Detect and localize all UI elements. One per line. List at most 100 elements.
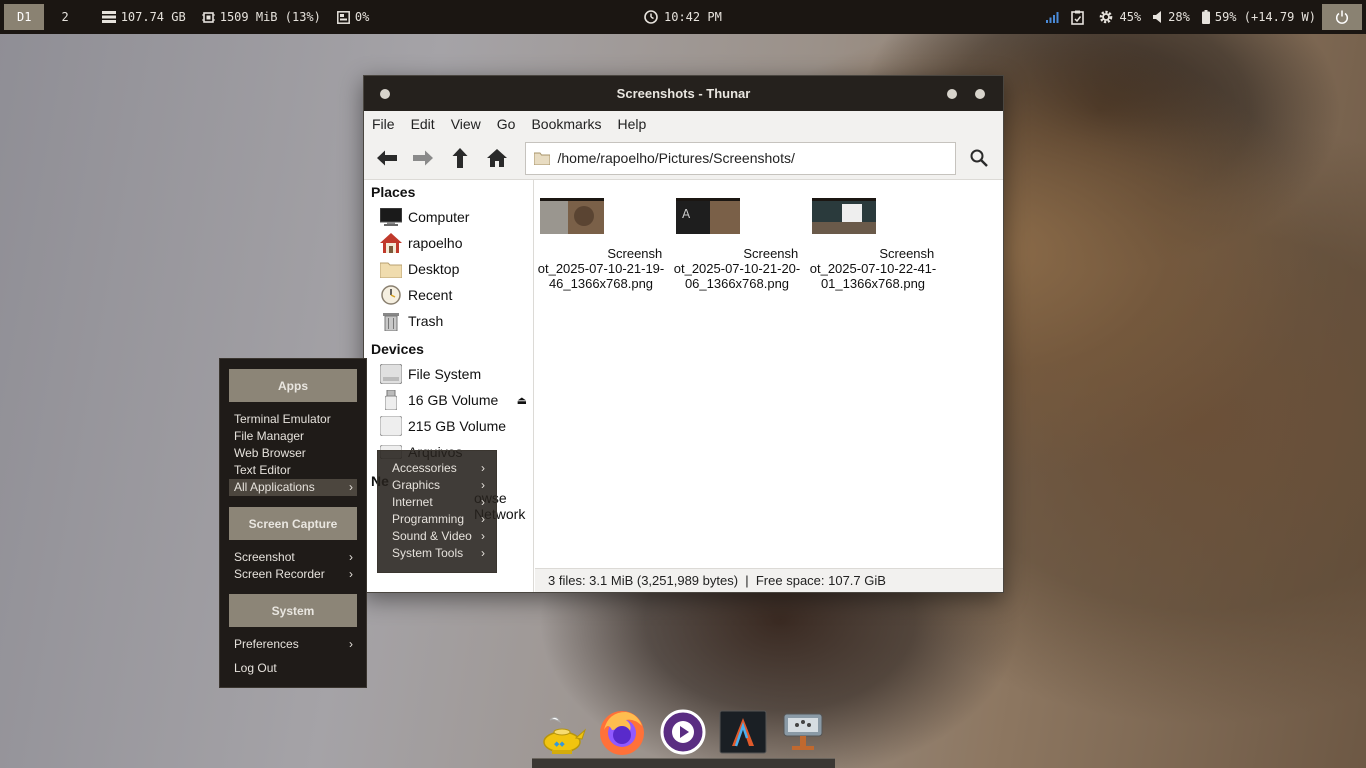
menu-item-label: All Applications	[234, 480, 315, 494]
file-item[interactable]: Screenshot_2025-07-10-22-41-01_1366x768.…	[809, 198, 937, 291]
workspace-2-button[interactable]: 2	[48, 4, 81, 30]
menu-item-label: Text Editor	[234, 463, 291, 477]
submenu-item-label: Sound & Video	[392, 529, 472, 543]
arrow-up-icon	[452, 148, 468, 168]
system-header: System	[229, 594, 357, 627]
disk-icon	[101, 11, 116, 23]
clock[interactable]: 10:42 PM	[644, 0, 722, 34]
location-bar[interactable]: /home/rapoelho/Pictures/Screenshots/	[524, 141, 957, 175]
workspace-1-button[interactable]: D1	[4, 4, 45, 30]
file-item[interactable]: A Screenshot_2025-07-10-21-20-06_1366x76…	[673, 198, 801, 291]
submenu-item-graphics[interactable]: Graphics ›	[387, 477, 489, 494]
wifi-signal-icon[interactable]	[1046, 11, 1059, 23]
window-menu-button[interactable]	[380, 89, 390, 99]
apps-header: Apps	[229, 369, 357, 402]
top-panel: D1 2 107.74 GB 1509 MiB (13%) 0% 10:42 P…	[0, 0, 1366, 34]
cpu-value: 0%	[354, 10, 370, 24]
menu-item-terminal[interactable]: Terminal Emulator	[229, 411, 357, 428]
sidebar-item-recent[interactable]: Recent	[364, 282, 533, 308]
all-applications-submenu: Accessories › Graphics › Internet › Program…	[377, 450, 497, 573]
menu-item-label: Screenshot	[234, 550, 295, 564]
home-button[interactable]	[484, 145, 510, 171]
sidebar-item-16gb-volume[interactable]: 16 GB Volume ⏏	[364, 387, 533, 413]
home-folder-icon	[380, 233, 402, 253]
sidebar-item-computer[interactable]: Computer	[364, 204, 533, 230]
speaker-icon	[1153, 11, 1162, 23]
submenu-item-sound-video[interactable]: Sound & Video ›	[387, 528, 489, 545]
svg-text:A: A	[682, 207, 691, 221]
toolbar: /home/rapoelho/Pictures/Screenshots/	[364, 137, 1003, 180]
harddrive-icon	[380, 364, 402, 384]
arrow-left-icon	[376, 150, 397, 166]
battery-icon	[1201, 10, 1210, 24]
menu-item-preferences[interactable]: Preferences ›	[229, 636, 357, 653]
dock-bar	[532, 758, 835, 768]
drive-icon	[380, 416, 402, 436]
file-name: Screenshot_2025-07-10-21-19-46_1366x768.…	[537, 246, 665, 291]
menu-go[interactable]: Go	[497, 116, 516, 132]
cpu-indicator: 0%	[336, 10, 370, 24]
menu-edit[interactable]: Edit	[411, 116, 435, 132]
clipboard-icon[interactable]	[1071, 10, 1085, 25]
places-heading: Places	[371, 184, 416, 200]
chevron-right-icon: ›	[481, 495, 485, 509]
svg-text:◆◆: ◆◆	[554, 740, 565, 748]
menu-file[interactable]: File	[372, 116, 395, 132]
power-button[interactable]	[1322, 4, 1362, 30]
battery-indicator[interactable]: 59% (+14.79 W)	[1201, 10, 1316, 24]
minimize-button[interactable]	[947, 89, 957, 99]
sidebar-item-label: Recent	[408, 287, 453, 303]
file-view[interactable]: Screenshot_2025-07-10-21-19-46_1366x768.…	[535, 180, 1003, 568]
memory-indicator: 1509 MiB (13%)	[201, 10, 321, 24]
network-icon[interactable]	[780, 708, 828, 756]
chevron-right-icon: ›	[349, 637, 353, 651]
forward-button[interactable]	[411, 145, 437, 171]
back-button[interactable]	[374, 145, 400, 171]
eject-icon[interactable]: ⏏	[517, 394, 527, 407]
menu-item-text-editor[interactable]: Text Editor	[229, 462, 357, 479]
image-thumbnail	[539, 198, 604, 234]
menu-item-label: File Manager	[234, 429, 305, 443]
sidebar-item-label: 16 GB Volume	[408, 392, 499, 408]
disk-indicator: 107.74 GB	[101, 10, 186, 24]
media-player-icon[interactable]	[659, 708, 707, 756]
chevron-right-icon: ›	[349, 567, 353, 581]
volume-value: 28%	[1168, 10, 1190, 24]
menu-item-label: Preferences	[234, 637, 299, 651]
parent-folder-button[interactable]	[447, 145, 473, 171]
submenu-item-system-tools[interactable]: System Tools ›	[387, 545, 489, 562]
sidebar-item-trash[interactable]: Trash	[364, 308, 533, 334]
volume-indicator[interactable]: 28%	[1153, 10, 1190, 24]
terminal-icon[interactable]	[719, 708, 767, 756]
submenu-item-programming[interactable]: Programming ›	[387, 511, 489, 528]
close-button[interactable]	[975, 89, 985, 99]
application-menu: Apps Terminal Emulator File Manager Web …	[219, 358, 367, 688]
power-icon	[1335, 10, 1349, 24]
genie-lamp-icon[interactable]: ◆◆	[538, 708, 587, 756]
sidebar-item-filesystem[interactable]: File System	[364, 361, 533, 387]
window-title: Screenshots - Thunar	[616, 86, 751, 101]
menu-item-file-manager[interactable]: File Manager	[229, 428, 357, 445]
chevron-right-icon: ›	[481, 546, 485, 560]
sidebar-item-215gb-volume[interactable]: 215 GB Volume	[364, 413, 533, 439]
chevron-right-icon: ›	[481, 478, 485, 492]
search-button[interactable]	[966, 145, 992, 171]
image-thumbnail	[811, 198, 876, 234]
window-titlebar[interactable]: Screenshots - Thunar	[364, 76, 1003, 111]
menu-view[interactable]: View	[451, 116, 481, 132]
submenu-item-internet[interactable]: Internet ›	[387, 494, 489, 511]
sidebar-item-home[interactable]: rapoelho	[364, 230, 533, 256]
menu-item-web-browser[interactable]: Web Browser	[229, 445, 357, 462]
menu-item-screenshot[interactable]: Screenshot ›	[229, 549, 357, 566]
menu-item-log-out[interactable]: Log Out	[229, 660, 357, 677]
submenu-item-accessories[interactable]: Accessories ›	[387, 460, 489, 477]
sidebar-item-desktop[interactable]: Desktop	[364, 256, 533, 282]
brightness-indicator[interactable]: 45%	[1098, 9, 1141, 25]
menu-item-screen-recorder[interactable]: Screen Recorder ›	[229, 566, 357, 583]
menu-item-all-applications[interactable]: All Applications ›	[229, 479, 357, 496]
menu-bookmarks[interactable]: Bookmarks	[531, 116, 601, 132]
menu-help[interactable]: Help	[618, 116, 647, 132]
screen-capture-header: Screen Capture	[229, 507, 357, 540]
firefox-icon[interactable]	[598, 708, 646, 756]
file-item[interactable]: Screenshot_2025-07-10-21-19-46_1366x768.…	[537, 198, 665, 291]
